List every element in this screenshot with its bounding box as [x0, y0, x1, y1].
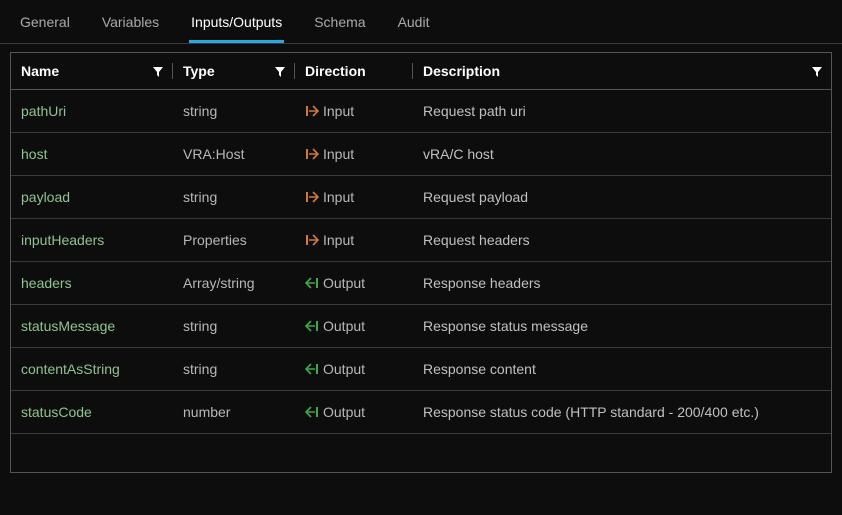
- cell-name: headers: [11, 275, 173, 291]
- column-header-description[interactable]: Description: [413, 63, 831, 79]
- tab-inputs-outputs[interactable]: Inputs/Outputs: [189, 8, 284, 43]
- cell-name: statusCode: [11, 404, 173, 420]
- cell-direction: Output: [295, 361, 413, 377]
- cell-name: inputHeaders: [11, 232, 173, 248]
- cell-type: string: [173, 189, 295, 205]
- table-footer: [11, 434, 831, 472]
- direction-label: Input: [323, 189, 354, 205]
- filter-icon[interactable]: [811, 65, 823, 77]
- output-icon: [305, 319, 319, 333]
- cell-description: Request headers: [413, 232, 831, 248]
- direction-label: Output: [323, 361, 365, 377]
- cell-name: host: [11, 146, 173, 162]
- column-label: Name: [21, 63, 59, 79]
- direction-label: Output: [323, 275, 365, 291]
- filter-icon[interactable]: [274, 65, 286, 77]
- output-icon: [305, 276, 319, 290]
- cell-description: Request payload: [413, 189, 831, 205]
- input-icon: [305, 147, 319, 161]
- cell-type: string: [173, 361, 295, 377]
- table-row[interactable]: payload string Input Request payload: [11, 176, 831, 219]
- output-icon: [305, 405, 319, 419]
- cell-direction: Output: [295, 275, 413, 291]
- cell-description: vRA/C host: [413, 146, 831, 162]
- cell-type: number: [173, 404, 295, 420]
- cell-type: Properties: [173, 232, 295, 248]
- cell-type: string: [173, 103, 295, 119]
- input-icon: [305, 190, 319, 204]
- table-row[interactable]: statusMessage string Output Response sta…: [11, 305, 831, 348]
- tab-audit[interactable]: Audit: [396, 8, 432, 43]
- cell-type: string: [173, 318, 295, 334]
- direction-label: Input: [323, 232, 354, 248]
- cell-name: pathUri: [11, 103, 173, 119]
- cell-direction: Input: [295, 232, 413, 248]
- cell-type: VRA:Host: [173, 146, 295, 162]
- cell-direction: Output: [295, 318, 413, 334]
- direction-label: Input: [323, 146, 354, 162]
- direction-label: Output: [323, 318, 365, 334]
- table-row[interactable]: inputHeaders Properties Input Request he…: [11, 219, 831, 262]
- cell-direction: Input: [295, 189, 413, 205]
- tab-variables[interactable]: Variables: [100, 8, 161, 43]
- io-table: Name Type Direction Description pathUri …: [10, 52, 832, 473]
- cell-description: Response status code (HTTP standard - 20…: [413, 404, 831, 420]
- table-row[interactable]: contentAsString string Output Response c…: [11, 348, 831, 391]
- tab-schema[interactable]: Schema: [312, 8, 367, 43]
- cell-description: Response content: [413, 361, 831, 377]
- input-icon: [305, 104, 319, 118]
- cell-description: Response status message: [413, 318, 831, 334]
- cell-description: Response headers: [413, 275, 831, 291]
- table-header: Name Type Direction Description: [11, 53, 831, 90]
- cell-name: payload: [11, 189, 173, 205]
- table-row[interactable]: pathUri string Input Request path uri: [11, 90, 831, 133]
- column-label: Description: [423, 63, 500, 79]
- cell-name: contentAsString: [11, 361, 173, 377]
- column-header-direction[interactable]: Direction: [295, 63, 413, 79]
- cell-name: statusMessage: [11, 318, 173, 334]
- tab-bar: General Variables Inputs/Outputs Schema Audi…: [0, 0, 842, 44]
- direction-label: Output: [323, 404, 365, 420]
- cell-direction: Input: [295, 146, 413, 162]
- table-body: pathUri string Input Request path uri ho…: [11, 90, 831, 434]
- cell-direction: Input: [295, 103, 413, 119]
- table-row[interactable]: headers Array/string Output Response hea…: [11, 262, 831, 305]
- cell-direction: Output: [295, 404, 413, 420]
- cell-type: Array/string: [173, 275, 295, 291]
- table-row[interactable]: host VRA:Host Input vRA/C host: [11, 133, 831, 176]
- column-label: Type: [183, 63, 215, 79]
- cell-description: Request path uri: [413, 103, 831, 119]
- filter-icon[interactable]: [152, 65, 164, 77]
- table-row[interactable]: statusCode number Output Response status…: [11, 391, 831, 434]
- input-icon: [305, 233, 319, 247]
- column-label: Direction: [305, 63, 366, 79]
- output-icon: [305, 362, 319, 376]
- tab-general[interactable]: General: [18, 8, 72, 43]
- column-header-name[interactable]: Name: [11, 63, 173, 79]
- column-header-type[interactable]: Type: [173, 63, 295, 79]
- direction-label: Input: [323, 103, 354, 119]
